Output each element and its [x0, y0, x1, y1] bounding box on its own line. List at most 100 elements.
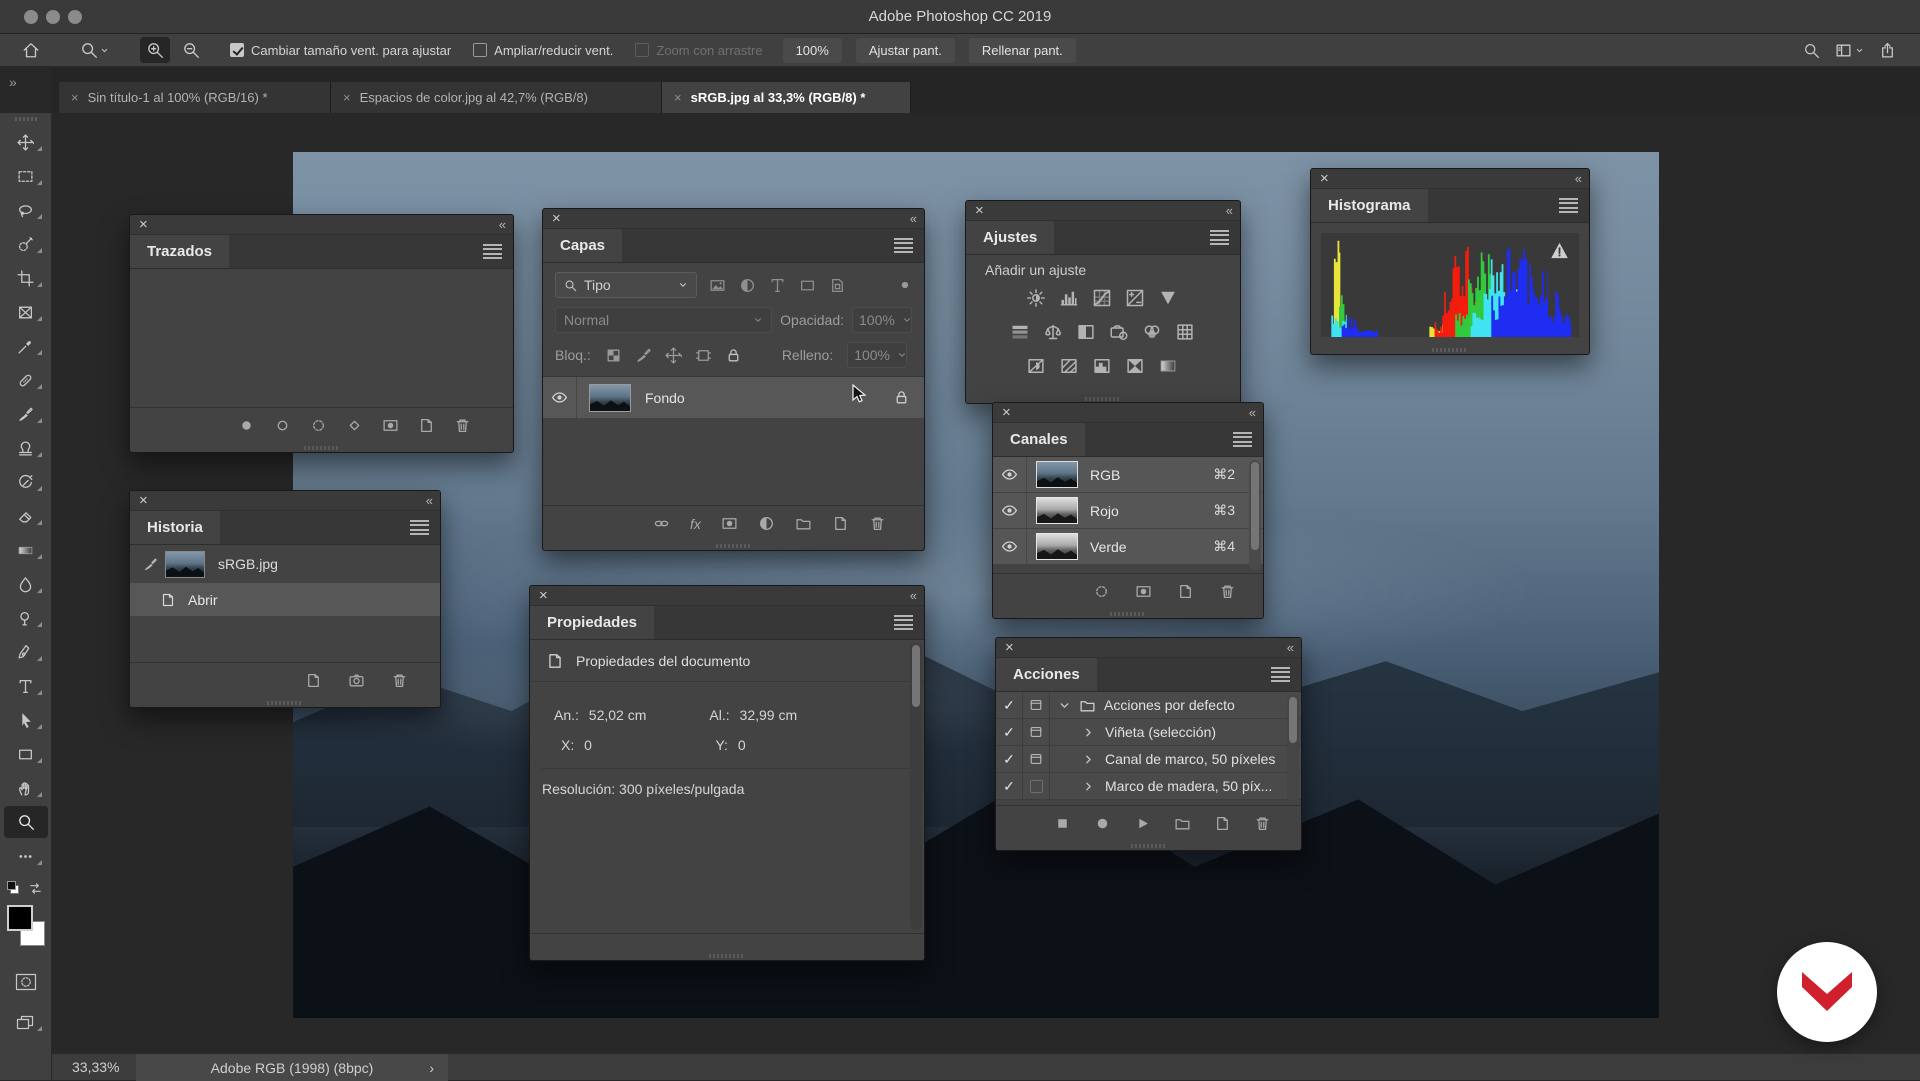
chevron-right-icon[interactable]: [1082, 753, 1095, 766]
delete-action-icon[interactable]: [1254, 815, 1271, 832]
layer-visibility-eye-icon[interactable]: [551, 389, 568, 406]
history-state-row-selected[interactable]: Abrir: [130, 583, 440, 616]
gradient-tool[interactable]: [0, 533, 52, 567]
path-selection-tool[interactable]: [0, 703, 52, 737]
close-icon[interactable]: ×: [139, 493, 148, 508]
close-icon[interactable]: ×: [552, 211, 561, 226]
zoom-out-mode-button[interactable]: [176, 37, 206, 63]
search-icon[interactable]: [1796, 37, 1826, 63]
marquee-tool[interactable]: [0, 159, 52, 193]
fill-path-icon[interactable]: [238, 417, 255, 434]
action-row[interactable]: ✓ Marco de madera, 50 píx...: [996, 773, 1301, 800]
panel-resize-grip[interactable]: [993, 609, 1263, 618]
new-group-icon[interactable]: [795, 515, 812, 532]
quick-mask-button[interactable]: [0, 965, 52, 999]
action-check[interactable]: ✓: [996, 746, 1023, 772]
panel-tab-ajustes[interactable]: Ajustes: [966, 221, 1055, 254]
collapse-icon[interactable]: «: [1287, 641, 1294, 654]
workspace-chooser-icon[interactable]: [1826, 37, 1872, 63]
zoom-level-field[interactable]: 33,33%: [72, 1059, 119, 1075]
lasso-tool[interactable]: [0, 193, 52, 227]
cached-data-warning-icon[interactable]: [1550, 241, 1569, 260]
panel-resize-grip[interactable]: [530, 951, 924, 960]
screen-mode-button[interactable]: [0, 1005, 52, 1039]
delete-state-icon[interactable]: [391, 672, 408, 689]
channel-mixer-icon[interactable]: [1142, 322, 1162, 342]
opacity-field[interactable]: 100%: [852, 307, 912, 333]
close-icon[interactable]: ×: [1002, 405, 1011, 420]
dodge-tool[interactable]: [0, 601, 52, 635]
close-icon[interactable]: ×: [674, 90, 682, 105]
delete-channel-icon[interactable]: [1219, 583, 1236, 600]
lock-all-icon[interactable]: [725, 347, 742, 364]
panel-tab-acciones[interactable]: Acciones: [996, 658, 1097, 691]
layer-thumbnail[interactable]: [589, 383, 631, 412]
close-icon[interactable]: ×: [1320, 171, 1329, 186]
lock-artboard-icon[interactable]: [695, 347, 712, 364]
home-icon[interactable]: [16, 37, 46, 63]
panel-tab-canales[interactable]: Canales: [993, 423, 1085, 456]
panel-menu-icon[interactable]: [483, 242, 502, 261]
invert-icon[interactable]: [1026, 356, 1046, 376]
eyedropper-tool[interactable]: [0, 329, 52, 363]
panel-resize-grip[interactable]: [1311, 345, 1589, 354]
brush-tool[interactable]: [0, 397, 52, 431]
play-action-icon[interactable]: [1134, 815, 1151, 832]
action-check[interactable]: ✓: [996, 719, 1023, 745]
collapse-icon[interactable]: «: [1226, 204, 1233, 217]
color-lookup-icon[interactable]: [1175, 322, 1195, 342]
close-icon[interactable]: ×: [139, 217, 148, 232]
move-tool[interactable]: [0, 125, 52, 159]
filter-pixel-layers-icon[interactable]: [709, 277, 726, 294]
lock-position-icon[interactable]: [665, 347, 682, 364]
panel-resize-grip[interactable]: [130, 698, 440, 707]
lock-pixels-icon[interactable]: [635, 347, 652, 364]
quick-selection-tool[interactable]: [0, 227, 52, 261]
add-layer-mask-icon[interactable]: [721, 515, 738, 532]
more-tools-button[interactable]: [0, 839, 52, 873]
panel-resize-grip[interactable]: [130, 443, 513, 452]
close-window-button[interactable]: [24, 10, 38, 24]
new-path-icon[interactable]: [418, 417, 435, 434]
hand-tool[interactable]: [0, 771, 52, 805]
panel-menu-icon[interactable]: [1271, 665, 1290, 684]
crop-tool[interactable]: [0, 261, 52, 295]
exposure-icon[interactable]: [1125, 288, 1145, 308]
selective-color-icon[interactable]: [1125, 356, 1145, 376]
load-selection-icon[interactable]: [310, 417, 327, 434]
action-set-row[interactable]: ✓ Acciones por defecto: [996, 692, 1301, 719]
rectangle-tool[interactable]: [0, 737, 52, 771]
panel-resize-grip[interactable]: [543, 541, 924, 550]
new-layer-icon[interactable]: [832, 515, 849, 532]
brightness-contrast-icon[interactable]: [1026, 288, 1046, 308]
new-action-icon[interactable]: [1214, 815, 1231, 832]
document-profile-field[interactable]: Adobe RGB (1998) (8bpc) ›: [136, 1054, 448, 1081]
lock-transparency-icon[interactable]: [605, 347, 622, 364]
new-action-set-icon[interactable]: [1174, 815, 1191, 832]
make-work-path-icon[interactable]: [346, 417, 363, 434]
panel-tab-historia[interactable]: Historia: [130, 511, 220, 544]
layer-name[interactable]: Fondo: [645, 390, 685, 406]
panel-menu-icon[interactable]: [894, 236, 913, 255]
panel-tab-trazados[interactable]: Trazados: [130, 235, 230, 268]
close-icon[interactable]: ×: [1005, 640, 1014, 655]
close-icon[interactable]: ×: [71, 90, 79, 105]
default-swap-colors[interactable]: [0, 877, 52, 901]
action-check[interactable]: ✓: [996, 773, 1023, 799]
panel-resize-grip[interactable]: [996, 841, 1301, 850]
fit-screen-button[interactable]: Ajustar pant.: [855, 37, 955, 63]
document-tab[interactable]: × Sin título-1 al 100% (RGB/16) *: [59, 82, 331, 113]
action-name[interactable]: Canal de marco, 50 píxeles: [1105, 751, 1275, 767]
action-set-name[interactable]: Acciones por defecto: [1104, 697, 1235, 713]
delete-layer-icon[interactable]: [869, 515, 886, 532]
collapse-icon[interactable]: «: [910, 589, 917, 602]
toolbar-grip[interactable]: [14, 117, 37, 121]
new-snapshot-icon[interactable]: [348, 672, 365, 689]
action-check[interactable]: ✓: [996, 692, 1023, 718]
add-mask-icon[interactable]: [382, 417, 399, 434]
document-tab[interactable]: × Espacios de color.jpg al 42,7% (RGB/8): [331, 82, 662, 113]
save-selection-as-channel-icon[interactable]: [1135, 583, 1152, 600]
blend-mode-select[interactable]: Normal: [555, 307, 773, 333]
new-document-from-state-icon[interactable]: [305, 672, 322, 689]
filter-shape-layers-icon[interactable]: [799, 277, 816, 294]
